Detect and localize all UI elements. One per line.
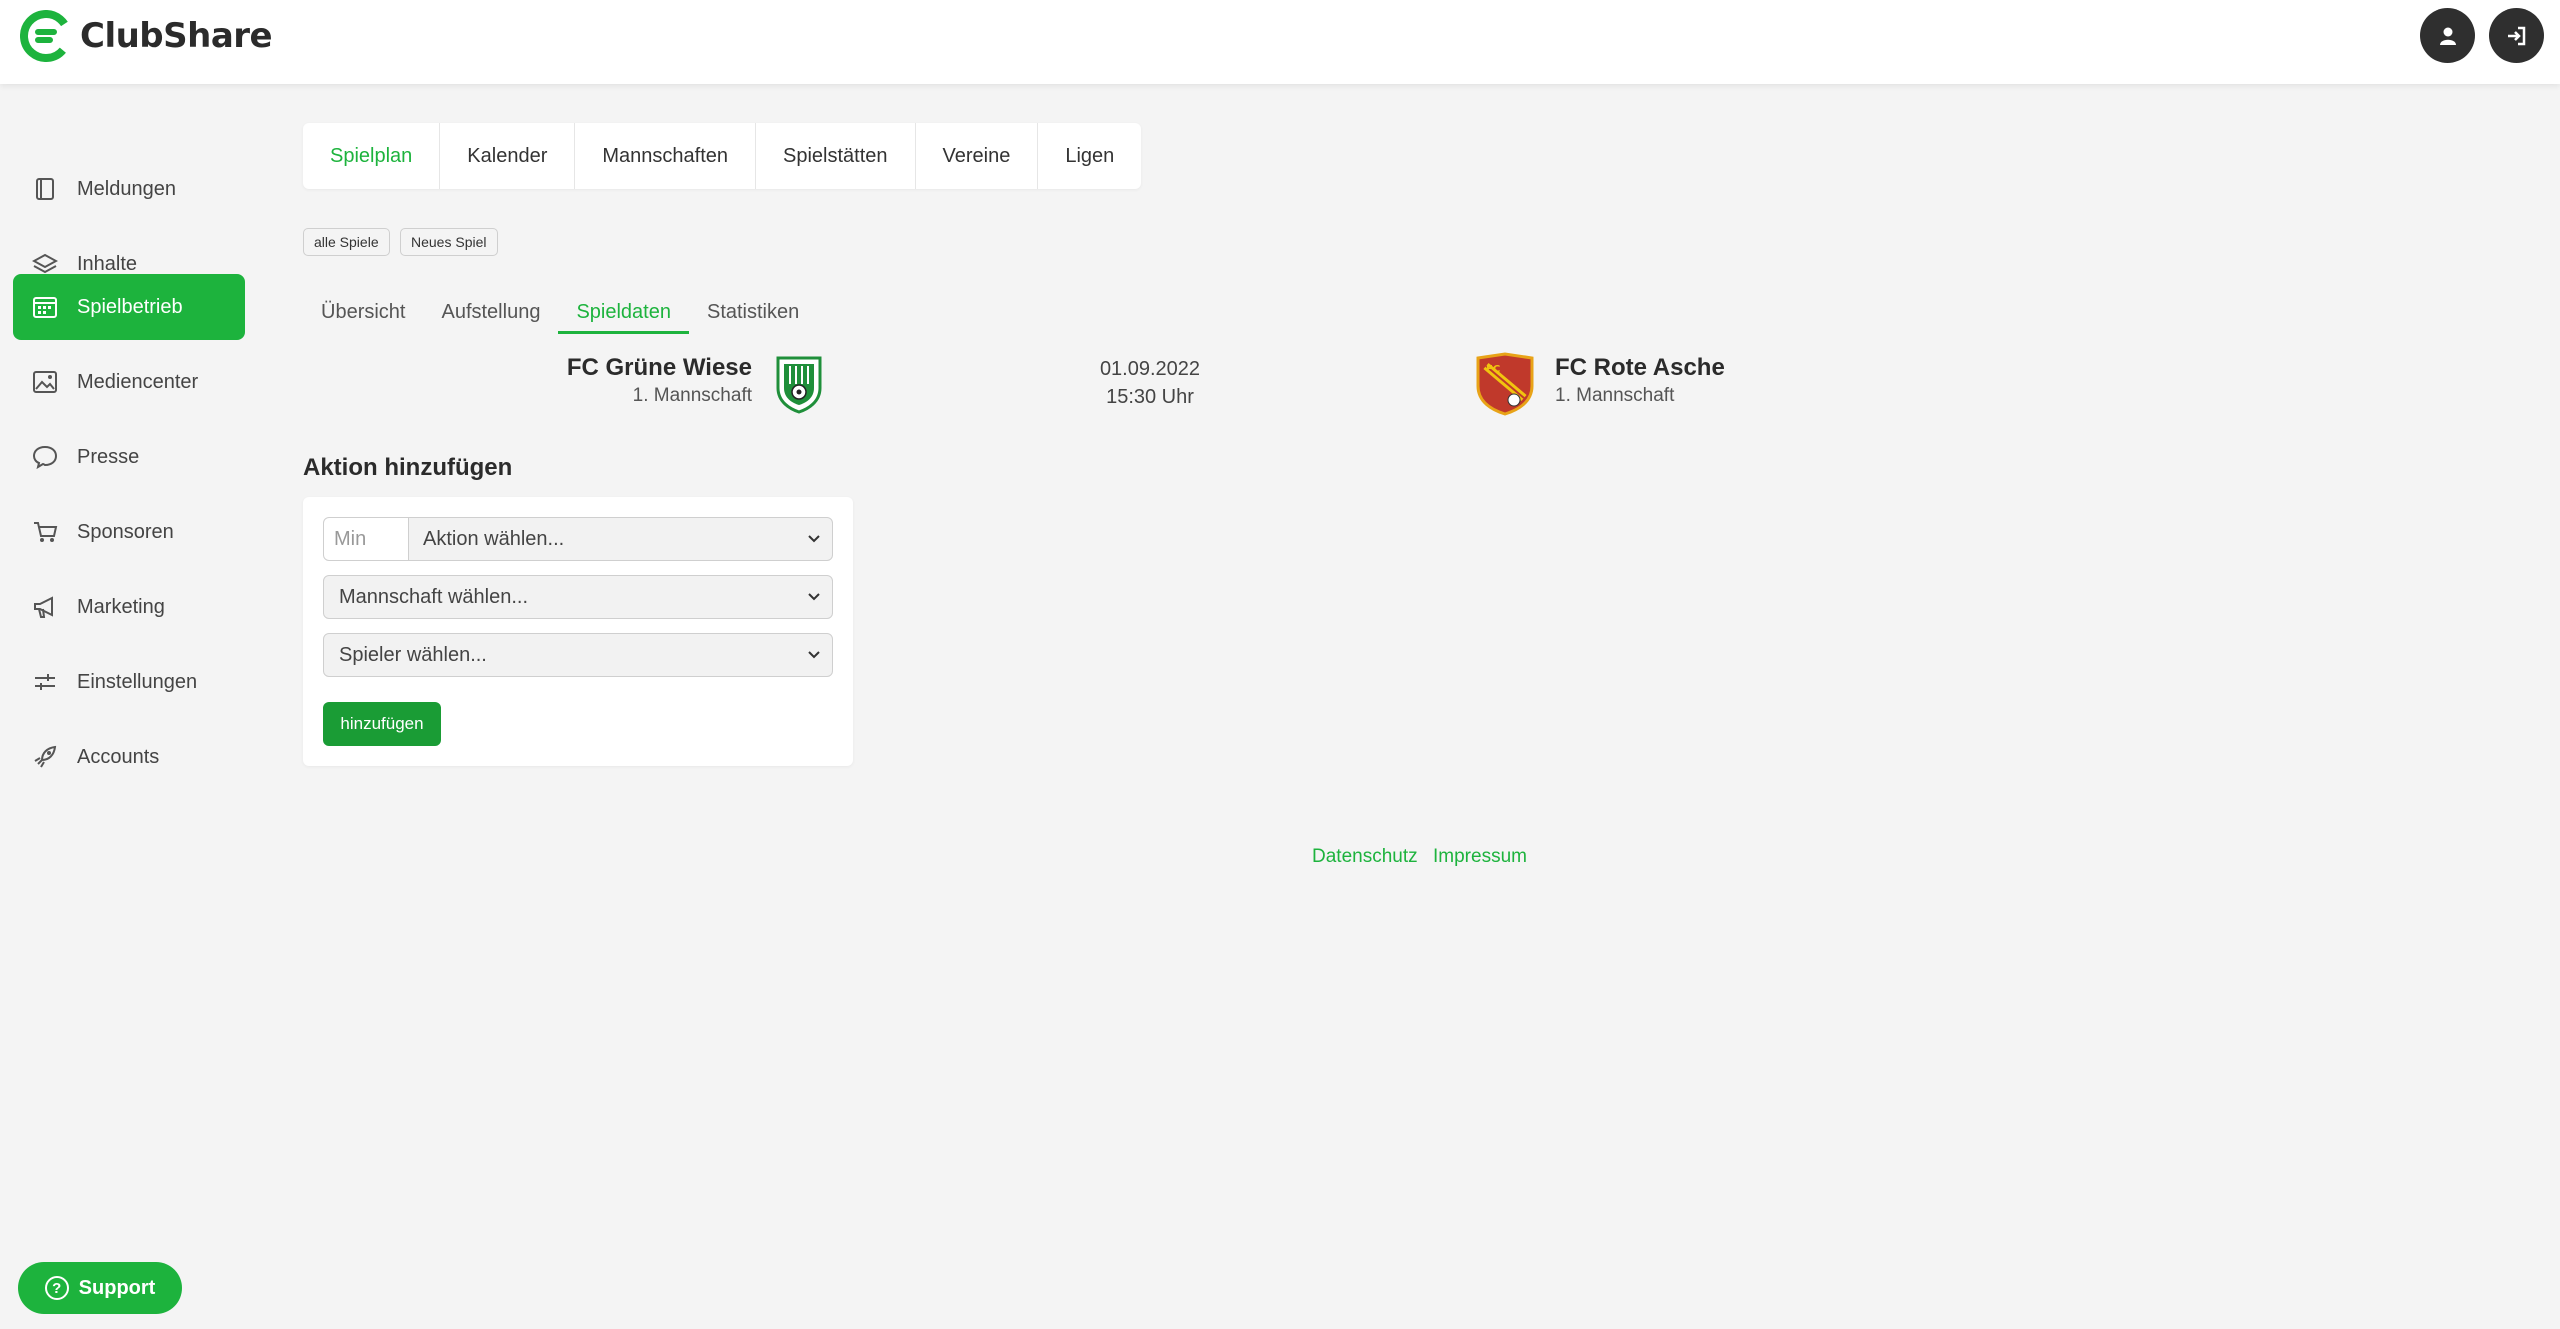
sidebar-item-meldungen[interactable]: Meldungen bbox=[13, 156, 245, 222]
sidebar-item-label: Presse bbox=[77, 445, 140, 468]
rocket-icon bbox=[31, 743, 59, 771]
sidebar-item-spielbetrieb[interactable]: Spielbetrieb bbox=[13, 274, 245, 340]
megaphone-icon bbox=[31, 593, 59, 621]
match-date: 01.09.2022 bbox=[1099, 358, 1201, 380]
home-team-name: FC Grüne Wiese bbox=[566, 354, 752, 381]
minute-input[interactable]: Min bbox=[323, 517, 409, 561]
book-icon bbox=[31, 175, 59, 203]
sidebar: Meldungen Inhalte Spielbetrieb Mediencen… bbox=[0, 84, 260, 1329]
sidebar-item-label: Marketing bbox=[77, 595, 165, 618]
sidebar-item-label: Mediencenter bbox=[77, 370, 199, 393]
cart-icon bbox=[31, 518, 59, 546]
subtab-aufstellung[interactable]: Aufstellung bbox=[423, 290, 558, 334]
tab-mannschaften[interactable]: Mannschaften bbox=[575, 123, 756, 189]
home-team-label: 1. Mannschaft bbox=[632, 385, 752, 406]
subtab-spieldaten[interactable]: Spieldaten bbox=[558, 290, 689, 334]
team-select[interactable]: Mannschaft wählen... bbox=[323, 575, 833, 619]
away-club-crest-icon: FC bbox=[1476, 352, 1534, 416]
top-bar: ClubShare bbox=[0, 0, 2560, 84]
subtab-uebersicht[interactable]: Übersicht bbox=[303, 290, 423, 334]
app-logo[interactable]: ClubShare bbox=[20, 10, 273, 62]
chevron-down-icon bbox=[808, 535, 820, 543]
chevron-down-icon bbox=[808, 651, 820, 659]
sidebar-item-label: Accounts bbox=[77, 745, 160, 768]
all-games-button[interactable]: alle Spiele bbox=[303, 228, 390, 256]
sidebar-item-marketing[interactable]: Marketing bbox=[13, 574, 245, 640]
player-select-value: Spieler wählen... bbox=[339, 643, 487, 666]
tab-spielplan[interactable]: Spielplan bbox=[303, 123, 441, 189]
player-select[interactable]: Spieler wählen... bbox=[323, 633, 833, 677]
sidebar-item-accounts[interactable]: Accounts bbox=[13, 724, 245, 790]
sliders-icon bbox=[31, 668, 59, 696]
tab-spielstaetten[interactable]: Spielstätten bbox=[756, 123, 916, 189]
logout-button[interactable] bbox=[2489, 8, 2544, 63]
user-icon bbox=[2439, 27, 2456, 45]
logout-icon bbox=[2507, 26, 2525, 45]
sidebar-item-presse[interactable]: Presse bbox=[13, 424, 245, 490]
add-action-button[interactable]: hinzufügen bbox=[323, 702, 441, 746]
sidebar-item-einstellungen[interactable]: Einstellungen bbox=[13, 649, 245, 715]
image-icon bbox=[31, 368, 59, 396]
tab-kalender[interactable]: Kalender bbox=[440, 123, 576, 189]
action-select-value: Aktion wählen... bbox=[423, 527, 565, 550]
support-button[interactable]: ? Support bbox=[18, 1262, 182, 1314]
sidebar-item-label: Spielbetrieb bbox=[77, 295, 183, 318]
add-action-card: Aktion wählen... Min Mannschaft wählen..… bbox=[303, 497, 853, 766]
away-team-name: FC Rote Asche bbox=[1555, 354, 1725, 381]
sidebar-item-sponsoren[interactable]: Sponsoren bbox=[13, 499, 245, 565]
svg-text:FC: FC bbox=[1486, 364, 1500, 375]
clubshare-logo-icon bbox=[20, 10, 72, 62]
chat-icon bbox=[31, 443, 59, 471]
sidebar-item-mediencenter[interactable]: Mediencenter bbox=[13, 349, 245, 415]
tab-vereine[interactable]: Vereine bbox=[916, 123, 1039, 189]
sidebar-item-label: Inhalte bbox=[77, 252, 138, 275]
action-select[interactable]: Aktion wählen... bbox=[407, 517, 833, 561]
sidebar-item-label: Sponsoren bbox=[77, 520, 174, 543]
subtab-statistiken[interactable]: Statistiken bbox=[689, 290, 817, 334]
new-game-button[interactable]: Neues Spiel bbox=[400, 228, 498, 256]
sidebar-item-label: Einstellungen bbox=[77, 670, 198, 693]
tab-ligen[interactable]: Ligen bbox=[1038, 123, 1141, 189]
help-icon: ? bbox=[44, 1276, 69, 1300]
away-team-label: 1. Mannschaft bbox=[1555, 385, 1675, 406]
app-name: ClubShare bbox=[80, 16, 273, 56]
main-tabs: Spielplan Kalender Mannschaften Spielstä… bbox=[303, 123, 1142, 189]
calendar-icon bbox=[31, 293, 59, 321]
match-time: 15:30 Uhr bbox=[1106, 386, 1194, 408]
support-label: Support bbox=[78, 1276, 156, 1299]
team-select-value: Mannschaft wählen... bbox=[339, 585, 528, 608]
match-subtabs: Übersicht Aufstellung Spieldaten Statist… bbox=[303, 290, 817, 334]
imprint-link[interactable]: Impressum bbox=[1433, 846, 1527, 868]
section-title: Aktion hinzufügen bbox=[303, 454, 513, 481]
sidebar-item-label: Meldungen bbox=[77, 177, 176, 200]
home-club-crest-icon bbox=[776, 356, 822, 414]
privacy-link[interactable]: Datenschutz bbox=[1312, 846, 1418, 868]
chevron-down-icon bbox=[808, 593, 820, 601]
profile-button[interactable] bbox=[2420, 8, 2475, 63]
